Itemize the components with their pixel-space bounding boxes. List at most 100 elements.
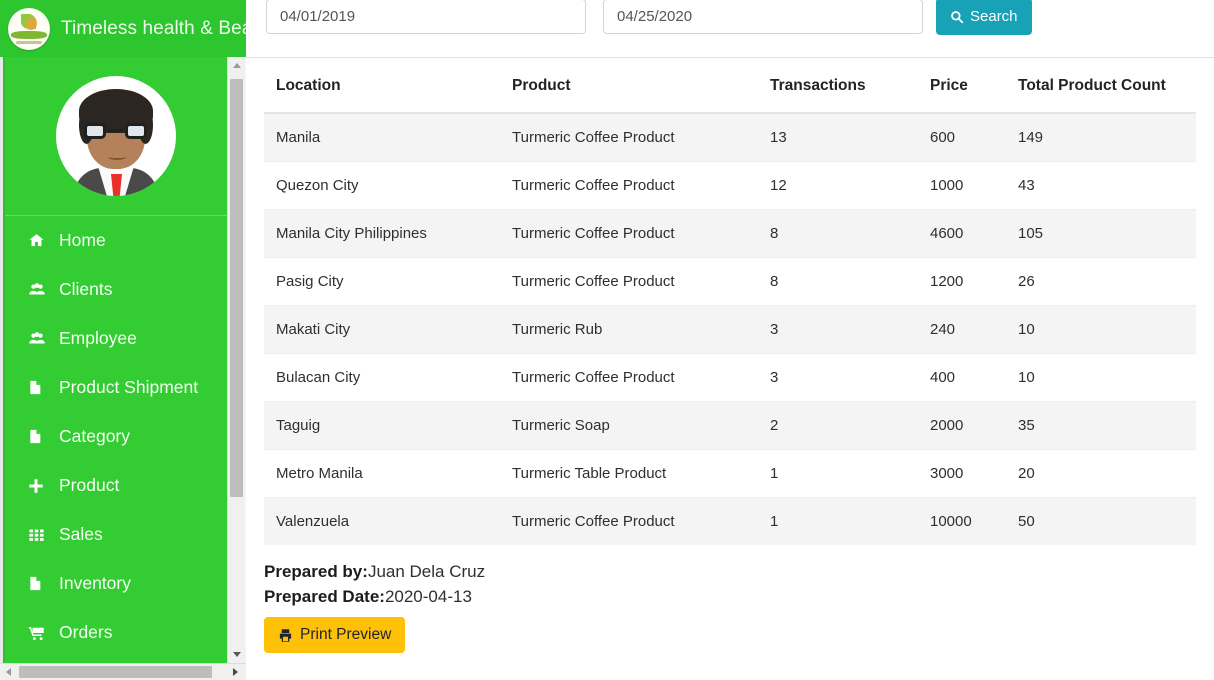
search-bar: Search (246, 0, 1214, 58)
date-to-input[interactable] (603, 0, 923, 34)
scroll-up-button[interactable] (228, 57, 245, 74)
report-table: Location Product Transactions Price Tota… (264, 58, 1196, 545)
column-header-price: Price (930, 58, 1018, 114)
sidebar-item-inventory[interactable]: Inventory (5, 559, 227, 608)
cell-transactions: 8 (770, 257, 930, 306)
triangle-left-icon (6, 668, 11, 676)
cell-total: 50 (1018, 497, 1196, 545)
sidebar-item-home[interactable]: Home (5, 216, 227, 265)
column-header-transactions: Transactions (770, 58, 930, 114)
table-body: Manila Turmeric Coffee Product 13 600 14… (264, 112, 1196, 545)
sidebar-item-label: Sales (59, 524, 103, 544)
sidebar-item-label: Orders (59, 622, 113, 642)
cell-total: 149 (1018, 112, 1196, 162)
plus-icon (27, 477, 57, 495)
triangle-down-icon (232, 652, 241, 657)
brand-title: Timeless health & Beauty (61, 17, 246, 39)
cell-product: Turmeric Coffee Product (512, 353, 770, 402)
sidebar-nav-panel: Home Clients Employee Product Shipment C… (3, 57, 227, 663)
horizontal-scroll-thumb[interactable] (19, 666, 212, 678)
search-button[interactable]: Search (936, 0, 1032, 35)
sidebar-item-sales[interactable]: Sales (5, 510, 227, 559)
cell-price: 3000 (930, 449, 1018, 498)
file-icon (27, 427, 57, 446)
sidebar-item-employee[interactable]: Employee (5, 314, 227, 363)
search-icon (950, 10, 964, 24)
sidebar-menu: Home Clients Employee Product Shipment C… (5, 216, 227, 657)
cell-transactions: 1 (770, 497, 930, 545)
date-from-input[interactable] (266, 0, 586, 34)
cell-total: 20 (1018, 449, 1196, 498)
triangle-up-icon (232, 63, 241, 68)
sidebar-item-orders[interactable]: Orders (5, 608, 227, 657)
cell-product: Turmeric Table Product (512, 449, 770, 498)
cell-location: Taguig (264, 401, 512, 450)
cell-transactions: 3 (770, 353, 930, 402)
scroll-right-button[interactable] (227, 664, 244, 680)
table-row: Pasig City Turmeric Coffee Product 8 120… (264, 257, 1196, 306)
cell-transactions: 2 (770, 401, 930, 450)
scroll-left-button[interactable] (0, 664, 17, 680)
cell-location: Bulacan City (264, 353, 512, 402)
print-preview-button[interactable]: Print Preview (264, 617, 406, 653)
cell-product: Turmeric Coffee Product (512, 257, 770, 306)
cell-price: 4600 (930, 209, 1018, 258)
prepared-by-label: Prepared by: (264, 562, 368, 581)
users-icon (27, 330, 57, 347)
cell-product: Turmeric Coffee Product (512, 161, 770, 210)
cell-total: 105 (1018, 209, 1196, 258)
cell-transactions: 8 (770, 209, 930, 258)
app-root: Timeless health & Beauty (0, 0, 1214, 680)
sidebar-item-label: Category (59, 426, 131, 446)
cell-location: Pasig City (264, 257, 512, 306)
prepared-by-value: Juan Dela Cruz (367, 562, 486, 581)
sidebar-item-category[interactable]: Category (5, 412, 227, 461)
cell-total: 35 (1018, 401, 1196, 450)
leaf-badge-logo-icon (8, 7, 50, 50)
table-row: Taguig Turmeric Soap 2 2000 35 (264, 401, 1196, 450)
prepared-by-line: Prepared by:Juan Dela Cruz (264, 559, 1214, 584)
prepared-date-label: Prepared Date: (264, 587, 385, 606)
sidebar-item-label: Product Shipment (59, 377, 199, 397)
sidebar-horizontal-scrollbar[interactable] (0, 663, 246, 680)
cell-location: Manila (264, 112, 512, 162)
cell-location: Metro Manila (264, 449, 512, 498)
sidebar-item-label: Product (59, 475, 120, 495)
column-header-total-product-count: Total Product Count (1018, 58, 1196, 114)
printer-icon (278, 628, 293, 643)
cell-price: 240 (930, 305, 1018, 354)
cell-product: Turmeric Coffee Product (512, 112, 770, 162)
report-footer-meta: Prepared by:Juan Dela Cruz Prepared Date… (264, 559, 1214, 609)
brand-header: Timeless health & Beauty (0, 0, 246, 57)
cell-price: 1000 (930, 161, 1018, 210)
sidebar-item-product-shipment[interactable]: Product Shipment (5, 363, 227, 412)
main-content: Search Location Product Transactions Pri… (246, 0, 1214, 680)
column-header-location: Location (264, 58, 512, 114)
column-header-product: Product (512, 58, 770, 114)
cell-total: 26 (1018, 257, 1196, 306)
table-row: Manila City Philippines Turmeric Coffee … (264, 209, 1196, 258)
avatar (56, 76, 176, 196)
cell-transactions: 12 (770, 161, 930, 210)
grid-icon (27, 526, 57, 543)
cell-total: 10 (1018, 305, 1196, 354)
vertical-scroll-thumb[interactable] (230, 79, 243, 497)
table-row: Bulacan City Turmeric Coffee Product 3 4… (264, 353, 1196, 402)
triangle-right-icon (233, 668, 238, 676)
scroll-down-button[interactable] (228, 646, 245, 663)
cell-product: Turmeric Soap (512, 401, 770, 450)
sidebar-item-label: Inventory (59, 573, 131, 593)
cell-location: Makati City (264, 305, 512, 354)
profile-section (5, 57, 227, 216)
sidebar-item-clients[interactable]: Clients (5, 265, 227, 314)
sidebar-vertical-scrollbar[interactable] (227, 57, 245, 663)
cell-price: 400 (930, 353, 1018, 402)
cell-total: 10 (1018, 353, 1196, 402)
sidebar-item-product[interactable]: Product (5, 461, 227, 510)
cell-total: 43 (1018, 161, 1196, 210)
prepared-date-line: Prepared Date:2020-04-13 (264, 584, 1214, 609)
cell-transactions: 13 (770, 112, 930, 162)
table-row: Manila Turmeric Coffee Product 13 600 14… (264, 112, 1196, 162)
table-header-row: Location Product Transactions Price Tota… (264, 58, 1196, 114)
home-icon (27, 232, 57, 249)
